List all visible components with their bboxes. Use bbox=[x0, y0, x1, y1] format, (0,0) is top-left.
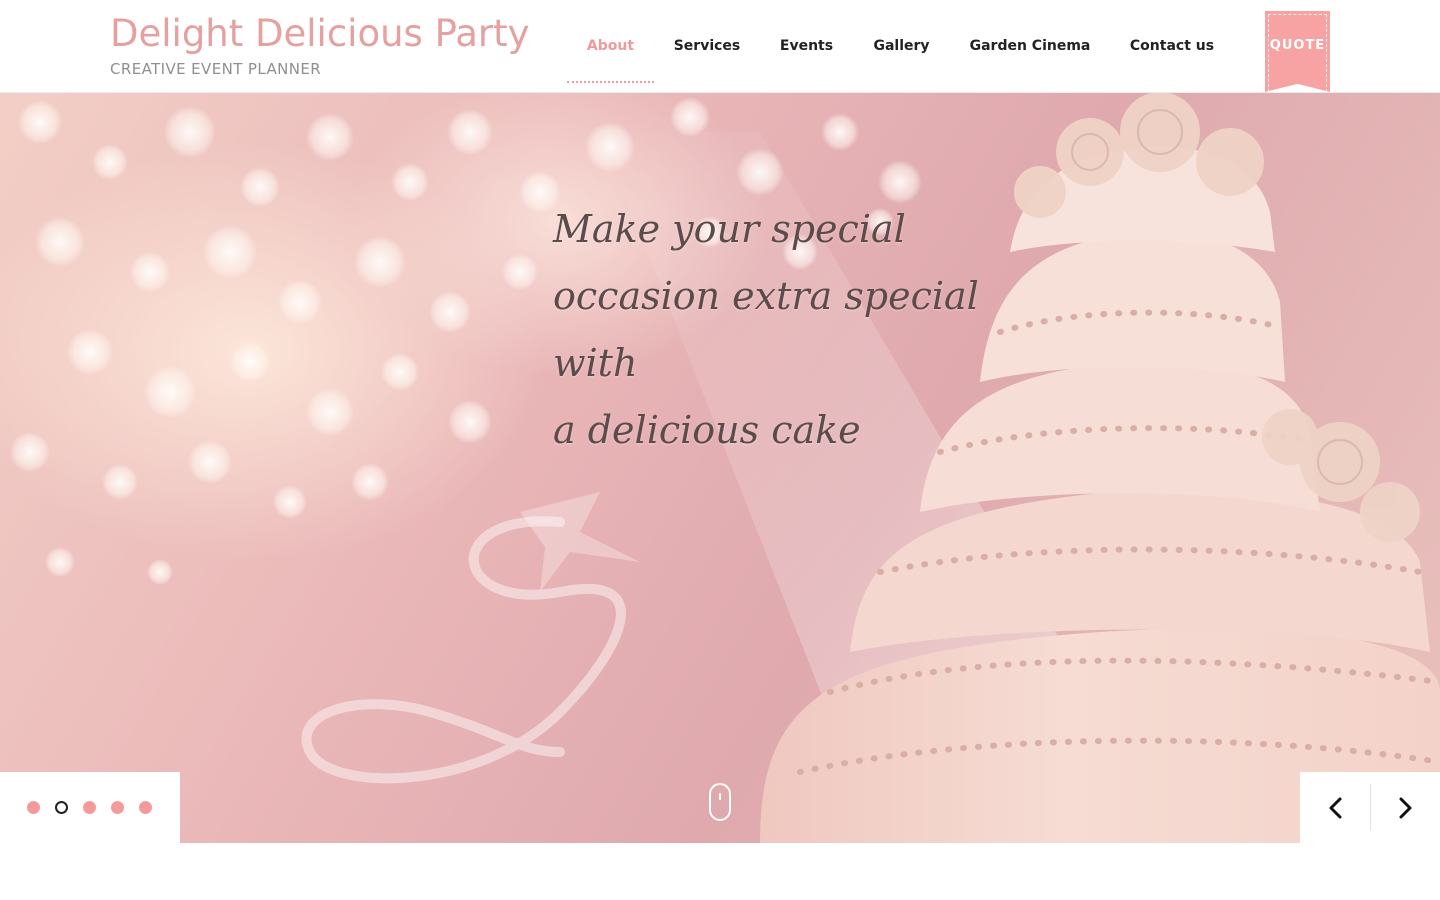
site-header: Delight Delicious Party CREATIVE EVENT P… bbox=[0, 0, 1440, 93]
slide-dot-1[interactable] bbox=[27, 801, 40, 814]
slider-arrows bbox=[1300, 772, 1440, 843]
quote-button-label: QUOTE bbox=[1269, 38, 1326, 53]
hero-headline: Make your special occasion extra special… bbox=[553, 196, 1013, 464]
scroll-wheel bbox=[719, 793, 721, 800]
chevron-right-icon bbox=[1399, 797, 1412, 819]
slide-dot-3[interactable] bbox=[83, 801, 96, 814]
nav-item-gallery[interactable]: Gallery bbox=[864, 36, 939, 56]
prev-slide-button[interactable] bbox=[1300, 772, 1370, 843]
site-title[interactable]: Delight Delicious Party bbox=[110, 12, 530, 56]
decorative-monogram bbox=[301, 516, 626, 784]
headline-line: a delicious cake bbox=[553, 408, 861, 452]
active-nav-underline bbox=[567, 78, 654, 83]
nav-item-events[interactable]: Events bbox=[770, 36, 843, 56]
nav-item-about[interactable]: About bbox=[567, 36, 654, 56]
quote-button[interactable]: QUOTE bbox=[1265, 11, 1330, 92]
slide-dot-5[interactable] bbox=[139, 801, 152, 814]
chevron-left-icon bbox=[1329, 797, 1342, 819]
headline-line: Make your special bbox=[553, 207, 906, 251]
next-slide-button[interactable] bbox=[1370, 772, 1440, 843]
headline-line: occasion extra special with bbox=[553, 274, 979, 385]
nav-item-garden-cinema[interactable]: Garden Cinema bbox=[960, 36, 1100, 56]
decorative-swallows bbox=[520, 492, 640, 592]
hero-slider: Make your special occasion extra special… bbox=[0, 92, 1440, 843]
nav-item-services[interactable]: Services bbox=[664, 36, 750, 56]
nav-item-contact-us[interactable]: Contact us bbox=[1120, 36, 1224, 56]
slide-dot-2[interactable] bbox=[55, 801, 68, 814]
mouse-scroll-icon[interactable] bbox=[709, 783, 731, 821]
slide-pagination bbox=[0, 772, 180, 843]
slide-dot-4[interactable] bbox=[111, 801, 124, 814]
site-tagline: CREATIVE EVENT PLANNER bbox=[110, 60, 322, 78]
quote-stitch-border bbox=[1268, 14, 1327, 92]
